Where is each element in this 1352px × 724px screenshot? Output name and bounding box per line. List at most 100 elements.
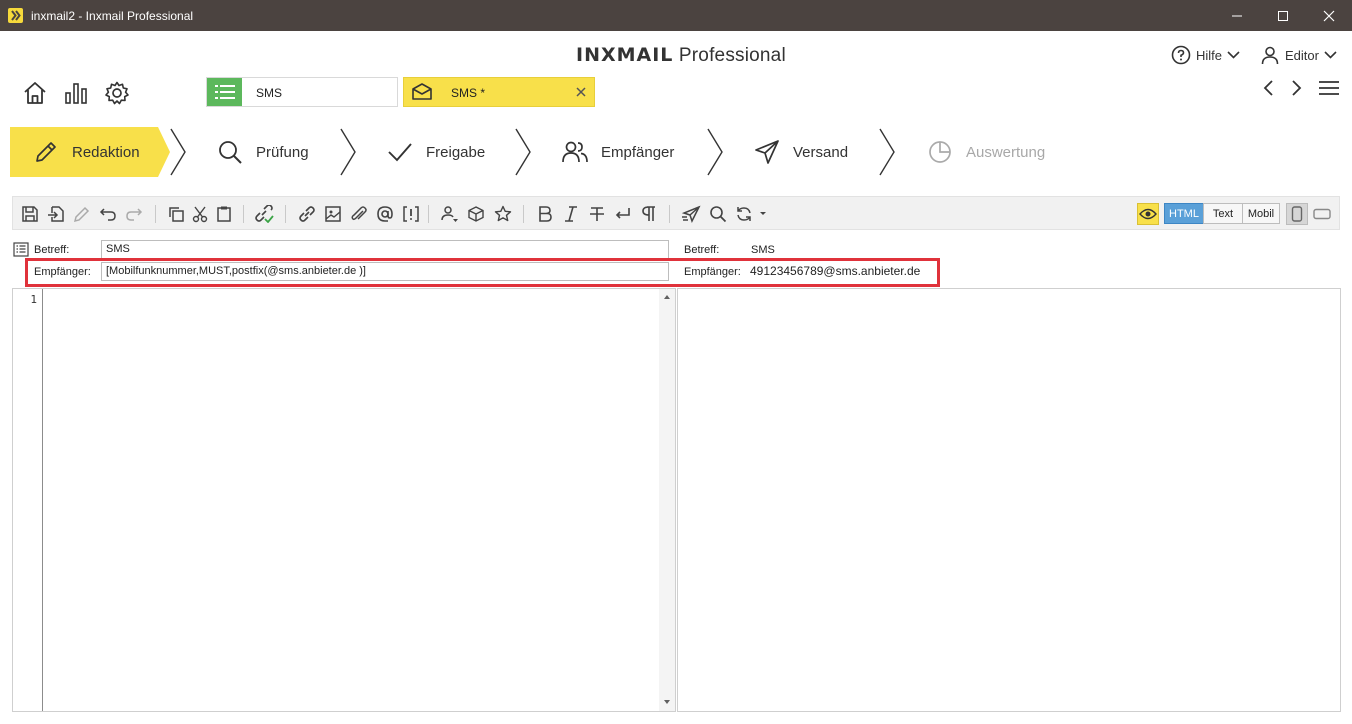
import-file-icon[interactable]	[45, 203, 67, 225]
step-pruefung[interactable]: Prüfung	[216, 127, 309, 177]
step-separator-chevron	[515, 128, 531, 176]
attachment-paperclip-icon[interactable]	[348, 203, 370, 225]
link-check-icon[interactable]	[253, 203, 275, 225]
home-icon[interactable]	[21, 79, 49, 107]
code-editor[interactable]: 1	[12, 288, 676, 712]
toolbar-divider	[669, 205, 670, 223]
undo-icon[interactable]	[97, 203, 119, 225]
paste-clipboard-icon[interactable]	[213, 203, 235, 225]
step-label: Empfänger	[601, 143, 675, 161]
insert-link-icon[interactable]	[296, 203, 318, 225]
tab-label: SMS *	[451, 86, 486, 100]
hamburger-menu-icon[interactable]	[1318, 80, 1340, 96]
at-sign-icon[interactable]	[374, 203, 396, 225]
pencil-icon	[32, 138, 60, 166]
view-mobil-button[interactable]: Mobil	[1242, 203, 1280, 224]
insert-image-icon[interactable]	[322, 203, 344, 225]
vertical-scrollbar[interactable]	[659, 289, 675, 711]
preview-eye-icon[interactable]	[1137, 203, 1159, 225]
line-break-icon[interactable]	[612, 203, 634, 225]
tab-sms-list[interactable]: SMS	[206, 77, 398, 107]
preview-pane	[677, 288, 1341, 712]
toolbar-divider	[523, 205, 524, 223]
help-icon	[1171, 45, 1191, 65]
step-label: Prüfung	[256, 143, 309, 161]
redo-icon	[123, 203, 145, 225]
test-send-icon[interactable]	[680, 203, 702, 225]
help-label: Hilfe	[1196, 47, 1223, 63]
magnifier-icon	[216, 138, 244, 166]
step-freigabe[interactable]: Freigabe	[386, 127, 485, 177]
bar-chart-icon[interactable]	[62, 79, 90, 107]
toolbar-divider	[155, 205, 156, 223]
scroll-down-arrow-icon[interactable]	[663, 699, 671, 705]
settings-gear-icon[interactable]	[103, 79, 131, 107]
inxmail-app-icon	[8, 8, 23, 23]
cut-scissors-icon[interactable]	[189, 203, 211, 225]
refresh-icon[interactable]	[733, 203, 755, 225]
window-title: inxmail2 - Inxmail Professional	[31, 9, 194, 23]
forward-arrow-icon[interactable]	[1289, 80, 1303, 96]
step-separator-chevron	[340, 128, 356, 176]
search-icon[interactable]	[707, 203, 729, 225]
content-box-icon[interactable]	[465, 203, 487, 225]
brand-edition: Professional	[678, 45, 786, 66]
line-number-gutter: 1	[13, 289, 43, 711]
italic-icon[interactable]	[560, 203, 582, 225]
step-empfaenger[interactable]: Empfänger	[561, 127, 674, 177]
personalize-user-icon[interactable]	[438, 203, 460, 225]
maximize-button[interactable]	[1260, 0, 1306, 31]
tab-sms-editor[interactable]: SMS *	[403, 77, 595, 107]
back-arrow-icon[interactable]	[1262, 80, 1276, 96]
help-menu[interactable]: Hilfe	[1171, 44, 1240, 66]
step-separator-chevron	[170, 128, 186, 176]
checkmark-icon	[386, 138, 414, 166]
window-title-bar: inxmail2 - Inxmail Professional	[0, 0, 1352, 31]
phone-portrait-icon[interactable]	[1286, 203, 1308, 225]
close-tab-icon[interactable]	[576, 87, 586, 97]
step-versand[interactable]: Versand	[753, 127, 848, 177]
users-icon	[561, 138, 589, 166]
toolbar-divider	[243, 205, 244, 223]
preview-subject-value: SMS	[751, 244, 775, 256]
user-label: Editor	[1285, 47, 1319, 63]
step-redaktion[interactable]: Redaktion	[32, 127, 140, 177]
chevron-down-icon	[1227, 51, 1240, 59]
favorite-star-icon[interactable]	[492, 203, 514, 225]
view-html-button[interactable]: HTML	[1164, 203, 1204, 224]
header-fields-icon[interactable]	[13, 242, 29, 257]
brand-name: INXMAIL	[576, 44, 674, 66]
user-icon	[1260, 45, 1280, 65]
save-icon[interactable]	[19, 203, 41, 225]
paper-plane-icon	[753, 138, 781, 166]
pie-chart-icon	[926, 138, 954, 166]
minimize-button[interactable]	[1214, 0, 1260, 31]
strikethrough-icon[interactable]	[586, 203, 608, 225]
subject-label: Betreff:	[34, 244, 70, 256]
toolbar-divider	[428, 205, 429, 223]
recipient-highlight-box	[25, 258, 940, 287]
step-label: Auswertung	[966, 143, 1046, 161]
scroll-up-arrow-icon[interactable]	[663, 294, 671, 300]
tab-label: SMS	[256, 86, 283, 100]
caret-down-icon[interactable]	[757, 203, 769, 225]
subject-input[interactable]: SMS	[101, 240, 669, 259]
placeholder-bracket-icon[interactable]	[400, 203, 422, 225]
step-label: Freigabe	[426, 143, 486, 161]
brand-logo: INXMAIL Professional	[576, 44, 786, 67]
paragraph-icon[interactable]	[638, 203, 660, 225]
editor-toolbar: HTML Text Mobil	[12, 196, 1340, 230]
step-label: Versand	[793, 143, 849, 161]
edit-pencil-icon	[71, 203, 93, 225]
user-menu[interactable]: Editor	[1260, 44, 1337, 66]
close-window-button[interactable]	[1306, 0, 1352, 31]
step-separator-chevron	[879, 128, 895, 176]
view-text-button[interactable]: Text	[1203, 203, 1243, 224]
workflow-steps: Redaktion Prüfung Freigabe Empfänger Ver…	[0, 127, 1352, 179]
toolbar-divider	[285, 205, 286, 223]
step-separator-chevron	[707, 128, 723, 176]
list-icon	[207, 78, 242, 106]
phone-landscape-icon[interactable]	[1311, 203, 1333, 225]
copy-icon[interactable]	[165, 203, 187, 225]
bold-icon[interactable]	[534, 203, 556, 225]
